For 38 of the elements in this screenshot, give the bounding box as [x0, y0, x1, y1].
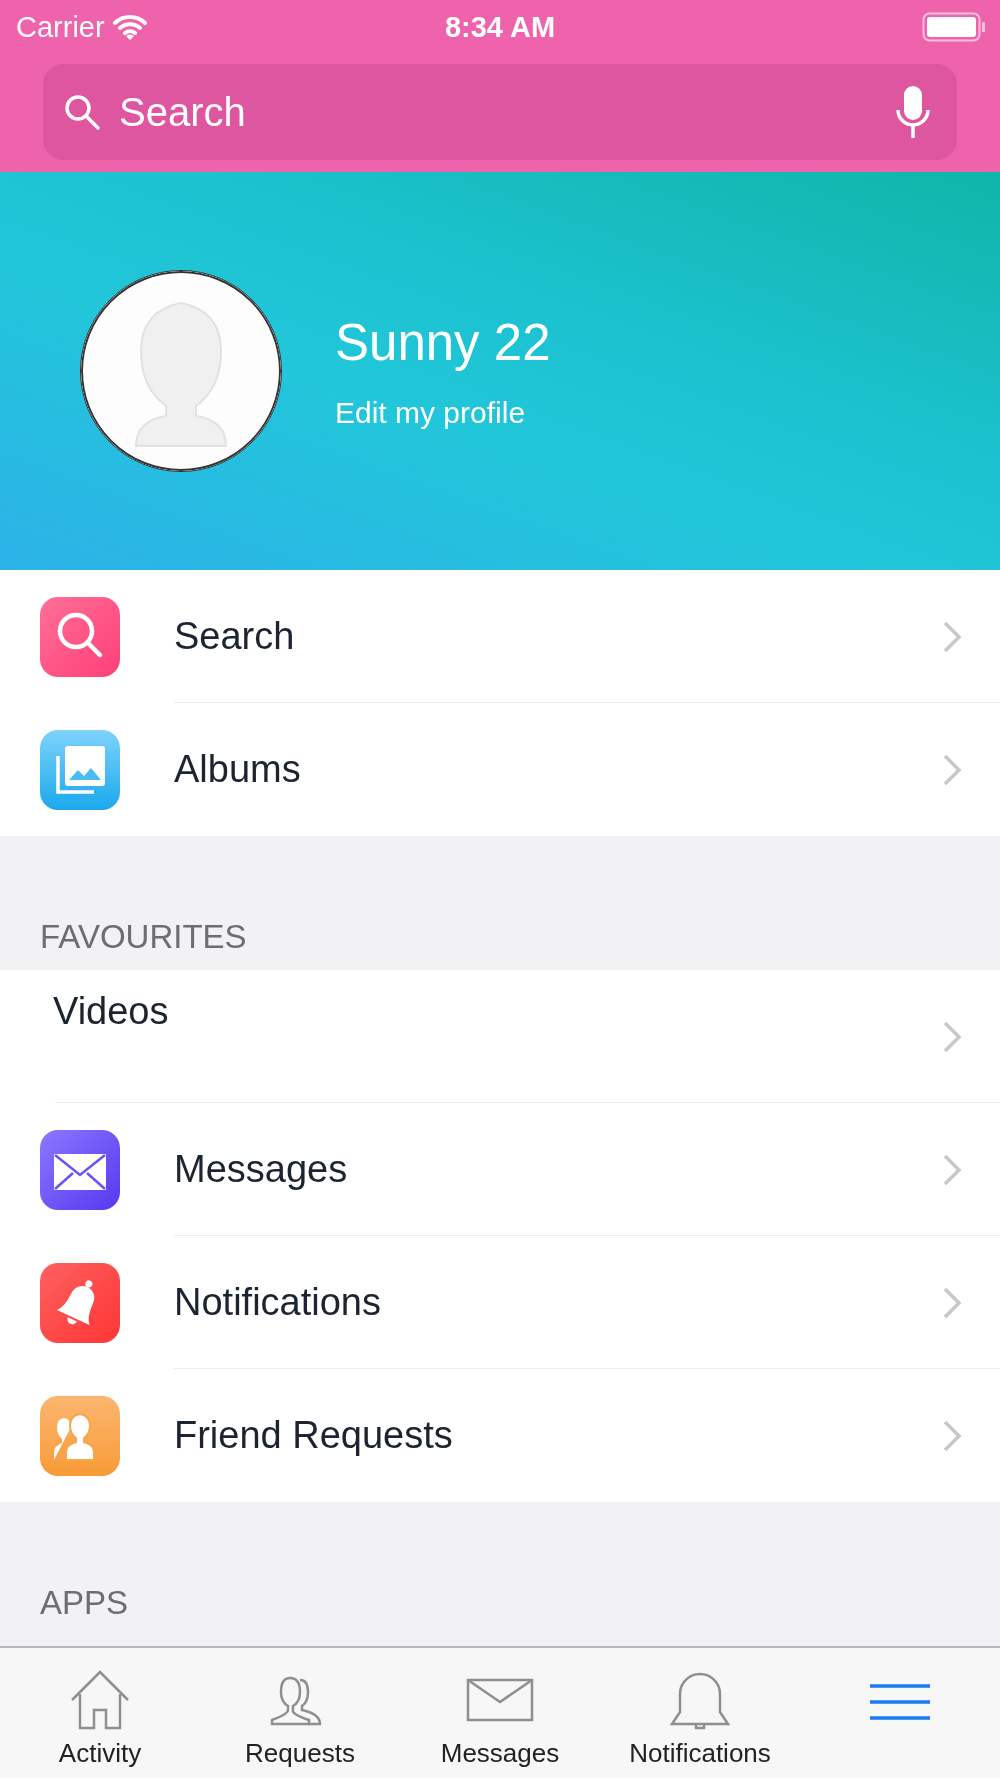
avatar[interactable] [80, 270, 282, 472]
envelope-icon [40, 1129, 120, 1210]
menu-label: Messages [174, 1148, 349, 1191]
bell-icon [40, 1262, 120, 1343]
carrier-name: Carrier [16, 10, 105, 44]
menu-row[interactable]: Friend Requests [0, 1369, 1000, 1502]
menu-label: Notifications [174, 1281, 382, 1324]
section-header: FAVOURITES [40, 918, 247, 956]
menu-label: Search [174, 615, 296, 658]
chevron-icon [942, 1152, 962, 1187]
wifi-icon [112, 14, 147, 40]
battery-icon [922, 12, 986, 42]
microphone-icon[interactable] [895, 84, 931, 140]
chevron-icon [942, 1285, 962, 1320]
people-icon [40, 1395, 120, 1476]
menu-row[interactable]: Notifications [0, 1236, 1000, 1369]
menu-row[interactable]: Messages [0, 1103, 1000, 1236]
search-icon [63, 93, 101, 131]
photos-icon [40, 729, 120, 810]
menu-label: Videos [53, 990, 170, 1033]
menu-label: Albums [174, 748, 302, 791]
search-icon [40, 596, 120, 677]
menu-row[interactable]: Search [0, 570, 1000, 703]
menu-row[interactable]: Videos [0, 970, 1000, 1103]
tab[interactable]: Messages [400, 1648, 600, 1778]
section-header: APPS [40, 1584, 129, 1622]
tab[interactable]: Requests [200, 1648, 400, 1778]
tab[interactable]: Activity [0, 1648, 200, 1778]
menu-row[interactable]: Albums [0, 703, 1000, 836]
chevron-icon [942, 752, 962, 787]
chevron-icon [942, 1019, 962, 1054]
chevron-icon [942, 1418, 962, 1453]
profile-name: Sunny 22 [335, 312, 551, 372]
search-field[interactable]: Search [43, 64, 957, 160]
chevron-icon [942, 619, 962, 654]
clock-time: 8:34 AM [444, 10, 556, 44]
menu-label: Friend Requests [174, 1414, 454, 1457]
tab[interactable]: Notifications [600, 1648, 800, 1778]
